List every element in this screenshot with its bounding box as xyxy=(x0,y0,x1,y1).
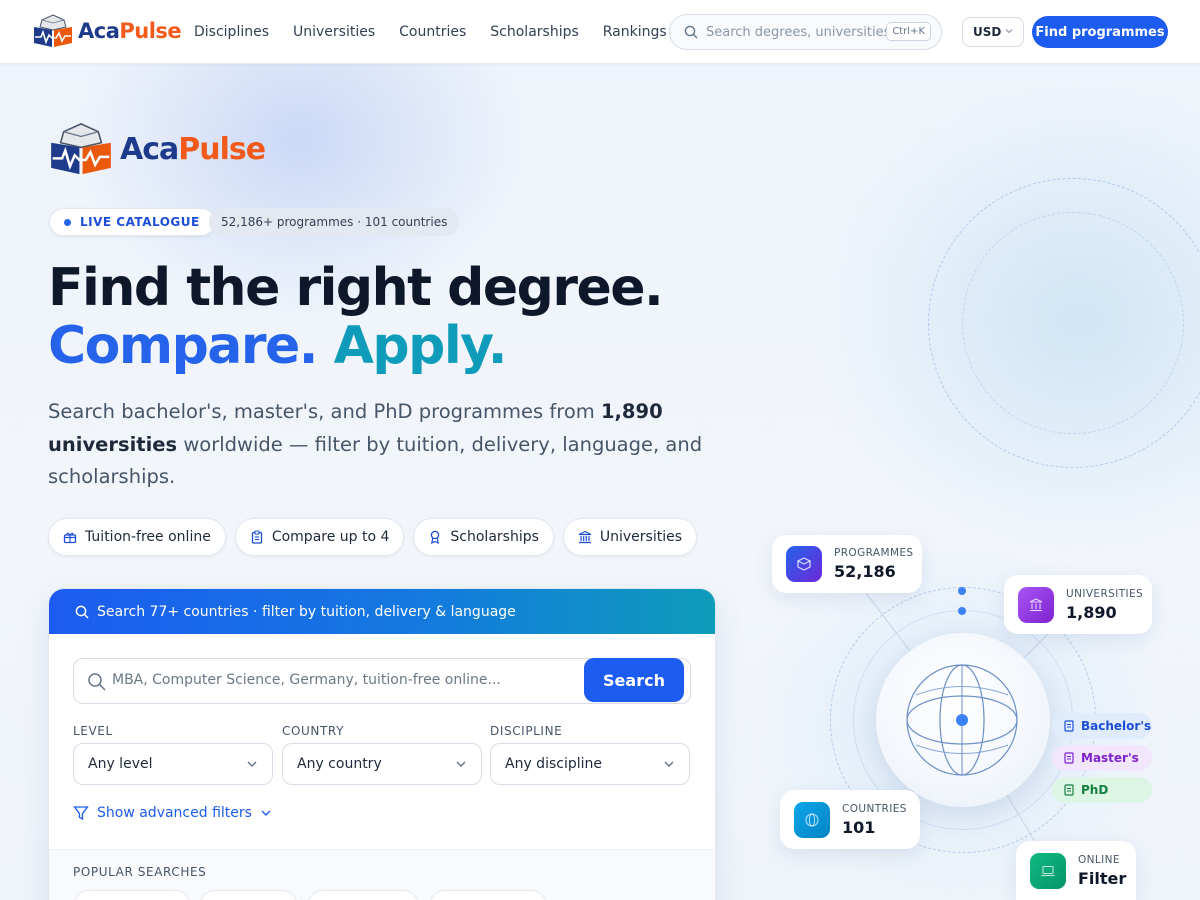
globe-icon xyxy=(794,801,830,838)
stat-label: UNIVERSITIES xyxy=(1066,587,1144,600)
laptop-icon xyxy=(1030,852,1066,889)
globe-visual xyxy=(876,633,1050,807)
orbit-dot xyxy=(958,607,966,615)
level-badge-bachelors: Bachelor's xyxy=(1052,713,1152,739)
level-badge-phd: PhD xyxy=(1052,777,1152,803)
level-badge-masters: Master's xyxy=(1052,745,1152,771)
university-icon xyxy=(1018,586,1054,623)
level-badge-label: Master's xyxy=(1081,751,1139,765)
document-icon xyxy=(1064,784,1074,796)
stat-label: COUNTRIES xyxy=(842,802,907,815)
stat-card-programmes: PROGRAMMES 52,186 xyxy=(772,535,922,593)
globe-icon xyxy=(906,664,1018,776)
stat-card-online: ONLINE Filter xyxy=(1016,841,1136,900)
stat-label: ONLINE xyxy=(1078,853,1120,866)
document-icon xyxy=(1064,752,1074,764)
stat-value: 52,186 xyxy=(834,562,896,581)
document-icon xyxy=(1064,720,1074,732)
level-badge-label: Bachelor's xyxy=(1081,719,1152,733)
level-badge-label: PhD xyxy=(1081,783,1109,797)
orbit-dot xyxy=(958,587,966,595)
stat-value: 1,890 xyxy=(1066,602,1117,622)
stat-label: PROGRAMMES xyxy=(834,547,914,559)
stat-card-countries: COUNTRIES 101 xyxy=(780,790,920,849)
stat-card-universities: UNIVERSITIES 1,890 xyxy=(1004,575,1152,634)
stat-value: Filter xyxy=(1078,868,1127,888)
stat-value: 101 xyxy=(842,817,876,837)
cube-icon xyxy=(786,546,822,582)
